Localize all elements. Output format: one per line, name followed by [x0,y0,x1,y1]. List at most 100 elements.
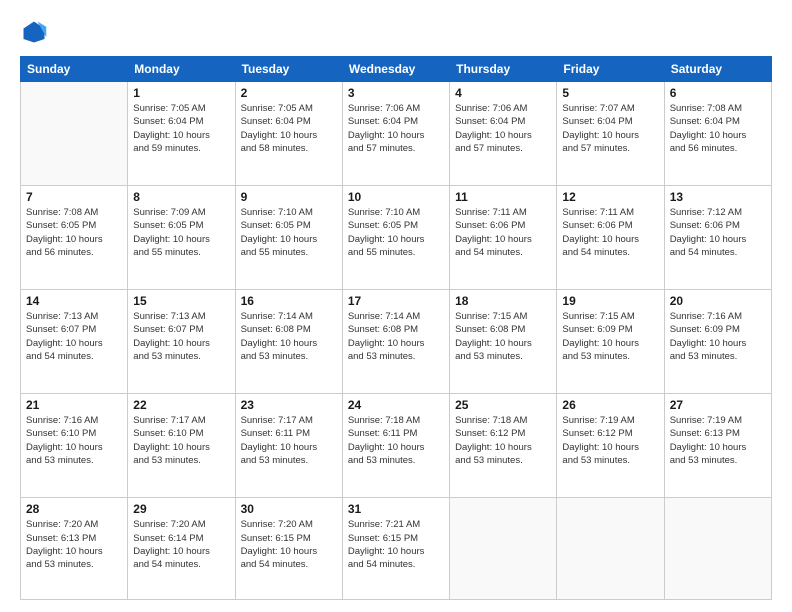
day-number: 3 [348,86,444,100]
calendar-day-cell: 16Sunrise: 7:14 AM Sunset: 6:08 PM Dayli… [235,290,342,394]
calendar-table: SundayMondayTuesdayWednesdayThursdayFrid… [20,56,772,600]
day-info: Sunrise: 7:20 AM Sunset: 6:13 PM Dayligh… [26,518,122,571]
day-number: 31 [348,502,444,516]
logo-icon [20,18,48,46]
calendar-header-row: SundayMondayTuesdayWednesdayThursdayFrid… [21,57,772,82]
weekday-header: Wednesday [342,57,449,82]
day-number: 4 [455,86,551,100]
day-info: Sunrise: 7:15 AM Sunset: 6:08 PM Dayligh… [455,310,551,363]
weekday-header: Sunday [21,57,128,82]
day-info: Sunrise: 7:11 AM Sunset: 6:06 PM Dayligh… [562,206,658,259]
calendar-day-cell: 23Sunrise: 7:17 AM Sunset: 6:11 PM Dayli… [235,394,342,498]
day-number: 9 [241,190,337,204]
calendar-day-cell: 20 Sunrise: 7:16 AM Sunset: 6:09 PM Dayli… [664,290,771,394]
calendar-day-cell: 17 Sunrise: 7:14 AM Sunset: 6:08 PM Dayli… [342,290,449,394]
day-info: Sunrise: 7:19 AM Sunset: 6:12 PM Dayligh… [562,414,658,467]
weekday-header: Friday [557,57,664,82]
calendar-day-cell: 7 Sunrise: 7:08 AM Sunset: 6:05 PM Daylig… [21,186,128,290]
calendar-day-cell: 29 Sunrise: 7:20 AM Sunset: 6:14 PM Dayli… [128,498,235,600]
day-info: Sunrise: 7:08 AM Sunset: 6:04 PM Dayligh… [670,102,766,155]
day-number: 20 [670,294,766,308]
calendar-week-row: 28 Sunrise: 7:20 AM Sunset: 6:13 PM Dayli… [21,498,772,600]
day-number: 26 [562,398,658,412]
calendar-day-cell: 30Sunrise: 7:20 AM Sunset: 6:15 PM Dayli… [235,498,342,600]
calendar-day-cell: 2 Sunrise: 7:05 AM Sunset: 6:04 PM Daylig… [235,82,342,186]
calendar-week-row: 1 Sunrise: 7:05 AM Sunset: 6:04 PM Daylig… [21,82,772,186]
calendar-day-cell: 14Sunrise: 7:13 AM Sunset: 6:07 PM Dayli… [21,290,128,394]
day-info: Sunrise: 7:05 AM Sunset: 6:04 PM Dayligh… [133,102,229,155]
day-number: 23 [241,398,337,412]
weekday-header: Saturday [664,57,771,82]
day-number: 17 [348,294,444,308]
calendar-day-cell: 5 Sunrise: 7:07 AM Sunset: 6:04 PM Daylig… [557,82,664,186]
calendar-day-cell: 3 Sunrise: 7:06 AM Sunset: 6:04 PM Daylig… [342,82,449,186]
weekday-header: Monday [128,57,235,82]
day-number: 12 [562,190,658,204]
calendar-day-cell: 18 Sunrise: 7:15 AM Sunset: 6:08 PM Dayli… [450,290,557,394]
day-number: 2 [241,86,337,100]
day-info: Sunrise: 7:07 AM Sunset: 6:04 PM Dayligh… [562,102,658,155]
day-info: Sunrise: 7:09 AM Sunset: 6:05 PM Dayligh… [133,206,229,259]
day-info: Sunrise: 7:06 AM Sunset: 6:04 PM Dayligh… [455,102,551,155]
day-number: 8 [133,190,229,204]
calendar-day-cell [557,498,664,600]
calendar-day-cell: 21Sunrise: 7:16 AM Sunset: 6:10 PM Dayli… [21,394,128,498]
day-number: 18 [455,294,551,308]
day-number: 28 [26,502,122,516]
weekday-header: Thursday [450,57,557,82]
day-number: 22 [133,398,229,412]
calendar-day-cell: 24 Sunrise: 7:18 AM Sunset: 6:11 PM Dayli… [342,394,449,498]
day-info: Sunrise: 7:21 AM Sunset: 6:15 PM Dayligh… [348,518,444,571]
calendar-day-cell: 9 Sunrise: 7:10 AM Sunset: 6:05 PM Daylig… [235,186,342,290]
day-number: 1 [133,86,229,100]
day-info: Sunrise: 7:17 AM Sunset: 6:10 PM Dayligh… [133,414,229,467]
calendar-day-cell: 15 Sunrise: 7:13 AM Sunset: 6:07 PM Dayli… [128,290,235,394]
calendar-day-cell: 13 Sunrise: 7:12 AM Sunset: 6:06 PM Dayli… [664,186,771,290]
day-info: Sunrise: 7:13 AM Sunset: 6:07 PM Dayligh… [26,310,122,363]
day-info: Sunrise: 7:16 AM Sunset: 6:09 PM Dayligh… [670,310,766,363]
day-number: 6 [670,86,766,100]
day-info: Sunrise: 7:05 AM Sunset: 6:04 PM Dayligh… [241,102,337,155]
day-number: 27 [670,398,766,412]
day-number: 19 [562,294,658,308]
calendar-day-cell [21,82,128,186]
calendar-day-cell: 12 Sunrise: 7:11 AM Sunset: 6:06 PM Dayli… [557,186,664,290]
day-info: Sunrise: 7:14 AM Sunset: 6:08 PM Dayligh… [348,310,444,363]
day-info: Sunrise: 7:19 AM Sunset: 6:13 PM Dayligh… [670,414,766,467]
calendar-day-cell [450,498,557,600]
day-number: 25 [455,398,551,412]
day-info: Sunrise: 7:20 AM Sunset: 6:14 PM Dayligh… [133,518,229,571]
calendar-day-cell: 8 Sunrise: 7:09 AM Sunset: 6:05 PM Daylig… [128,186,235,290]
day-number: 29 [133,502,229,516]
day-info: Sunrise: 7:10 AM Sunset: 6:05 PM Dayligh… [348,206,444,259]
calendar-day-cell: 22 Sunrise: 7:17 AM Sunset: 6:10 PM Dayli… [128,394,235,498]
calendar-day-cell: 26 Sunrise: 7:19 AM Sunset: 6:12 PM Dayli… [557,394,664,498]
calendar-week-row: 21Sunrise: 7:16 AM Sunset: 6:10 PM Dayli… [21,394,772,498]
day-info: Sunrise: 7:08 AM Sunset: 6:05 PM Dayligh… [26,206,122,259]
calendar-day-cell: 28 Sunrise: 7:20 AM Sunset: 6:13 PM Dayli… [21,498,128,600]
day-number: 13 [670,190,766,204]
calendar-week-row: 7 Sunrise: 7:08 AM Sunset: 6:05 PM Daylig… [21,186,772,290]
calendar-day-cell: 25 Sunrise: 7:18 AM Sunset: 6:12 PM Dayli… [450,394,557,498]
calendar-week-row: 14Sunrise: 7:13 AM Sunset: 6:07 PM Dayli… [21,290,772,394]
calendar-day-cell: 1 Sunrise: 7:05 AM Sunset: 6:04 PM Daylig… [128,82,235,186]
calendar-day-cell: 19Sunrise: 7:15 AM Sunset: 6:09 PM Dayli… [557,290,664,394]
day-info: Sunrise: 7:06 AM Sunset: 6:04 PM Dayligh… [348,102,444,155]
day-info: Sunrise: 7:18 AM Sunset: 6:12 PM Dayligh… [455,414,551,467]
weekday-header: Tuesday [235,57,342,82]
calendar-day-cell: 11Sunrise: 7:11 AM Sunset: 6:06 PM Dayli… [450,186,557,290]
day-number: 16 [241,294,337,308]
calendar-day-cell [664,498,771,600]
day-number: 10 [348,190,444,204]
day-number: 7 [26,190,122,204]
day-info: Sunrise: 7:18 AM Sunset: 6:11 PM Dayligh… [348,414,444,467]
day-info: Sunrise: 7:20 AM Sunset: 6:15 PM Dayligh… [241,518,337,571]
day-number: 11 [455,190,551,204]
day-info: Sunrise: 7:13 AM Sunset: 6:07 PM Dayligh… [133,310,229,363]
day-info: Sunrise: 7:12 AM Sunset: 6:06 PM Dayligh… [670,206,766,259]
calendar-day-cell: 27 Sunrise: 7:19 AM Sunset: 6:13 PM Dayli… [664,394,771,498]
day-number: 24 [348,398,444,412]
day-info: Sunrise: 7:10 AM Sunset: 6:05 PM Dayligh… [241,206,337,259]
day-number: 5 [562,86,658,100]
day-number: 15 [133,294,229,308]
